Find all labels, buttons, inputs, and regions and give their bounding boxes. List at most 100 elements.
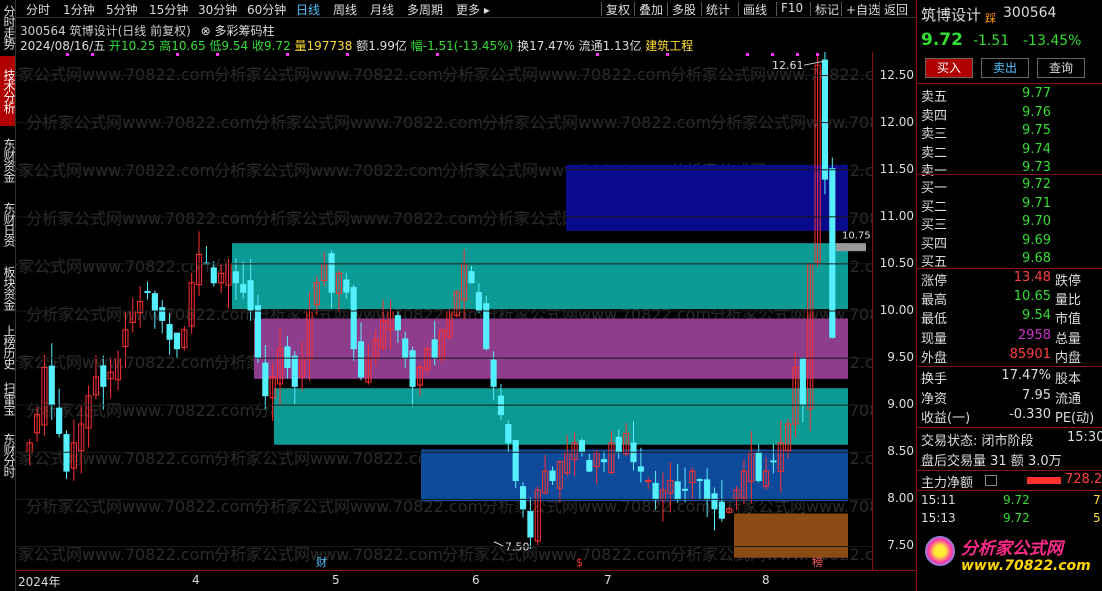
tool-button-5[interactable]: F10 bbox=[781, 1, 803, 15]
kline-chart[interactable]: 分析家公式网www.70822.com分析家公式网www.70822.com分析… bbox=[0, 49, 939, 570]
period-tab-4[interactable]: 30分钟 bbox=[198, 1, 237, 18]
event-marker-2[interactable]: 榜 bbox=[812, 555, 823, 569]
left-tab-1[interactable]: 技术分析 bbox=[0, 56, 16, 126]
price-tick: 7.50 bbox=[887, 538, 914, 553]
left-tab-bar: 分时走势技术分析东财资金东财日资板块资金上榜历史扫雷宝东财分时 bbox=[0, 0, 16, 591]
tick-time: 15:11 bbox=[921, 493, 956, 507]
bid-price: 9.71 bbox=[1022, 195, 1051, 211]
stock-tag: 踩 bbox=[985, 12, 996, 25]
period-tab-6[interactable]: 日线 bbox=[296, 1, 320, 18]
stat-value: 85901 bbox=[1009, 346, 1051, 362]
candle-body bbox=[350, 287, 357, 350]
candle-body bbox=[505, 424, 512, 444]
bar-volume: 量197738 bbox=[294, 39, 353, 53]
bar-change: 幅-1.51(-13.45%) bbox=[410, 39, 514, 53]
tool-button-3[interactable]: 统计 bbox=[706, 1, 730, 18]
period-tab-2[interactable]: 5分钟 bbox=[106, 1, 138, 18]
tool-button-2[interactable]: 多股 bbox=[672, 1, 696, 18]
bid-row-3[interactable]: 买四 9.69 bbox=[917, 233, 1102, 252]
price-change: -1.51 bbox=[973, 33, 1010, 49]
ask-row-1[interactable]: 卖四 9.76 bbox=[917, 105, 1102, 124]
buy-button[interactable]: 买入 bbox=[925, 58, 973, 78]
trade-time: 15:30 bbox=[1067, 430, 1102, 445]
candle-body bbox=[144, 291, 151, 294]
period-tab-5[interactable]: 60分钟 bbox=[247, 1, 286, 18]
stat-row-2: 最低 9.54 市值 bbox=[917, 308, 1102, 327]
trade-state-row: 交易状态: 闭市阶段 15:30 bbox=[917, 430, 1102, 449]
divider bbox=[917, 470, 1102, 471]
stock-header: 筑博设计 踩 300564 bbox=[917, 4, 1102, 26]
divider bbox=[917, 427, 1102, 428]
query-button[interactable]: 查询 bbox=[1037, 58, 1085, 78]
tool-button-0[interactable]: 复权 bbox=[606, 1, 630, 18]
left-tab-6[interactable]: 扫雷宝 bbox=[0, 376, 16, 421]
bid-row-1[interactable]: 买二 9.71 bbox=[917, 196, 1102, 215]
tool-button-8[interactable]: 返回 bbox=[884, 1, 908, 18]
tick-time: 15:13 bbox=[921, 511, 956, 525]
candle-body bbox=[402, 338, 409, 359]
kline-svg[interactable]: 分析家公式网www.70822.com分析家公式网www.70822.com分析… bbox=[0, 49, 939, 570]
period-tab-9[interactable]: 多周期 bbox=[407, 1, 443, 18]
bar-float: 流通1.13亿 bbox=[578, 39, 642, 53]
ask-row-0[interactable]: 卖五 9.77 bbox=[917, 86, 1102, 105]
period-tab-8[interactable]: 月线 bbox=[370, 1, 394, 18]
left-tab-7[interactable]: 东财分时 bbox=[0, 425, 16, 485]
toolbar-divider bbox=[738, 2, 739, 16]
close-icon[interactable]: ⊗ bbox=[201, 24, 211, 38]
tool-button-6[interactable]: 标记 bbox=[815, 1, 839, 18]
stat2-label-2: 流通 bbox=[1055, 391, 1082, 407]
indicator-name[interactable]: 多彩筹码柱 bbox=[215, 24, 275, 38]
signal-dot bbox=[816, 53, 819, 56]
period-tab-3[interactable]: 15分钟 bbox=[149, 1, 188, 18]
left-tab-3[interactable]: 东财日资 bbox=[0, 194, 16, 254]
logo-text: 分析家公式网 bbox=[961, 539, 1063, 559]
period-tab-1[interactable]: 1分钟 bbox=[63, 1, 95, 18]
left-tab-0[interactable]: 分时走势 bbox=[0, 2, 16, 52]
chip-band-5 bbox=[734, 513, 848, 558]
sell-button[interactable]: 卖出 bbox=[981, 58, 1029, 78]
candle-body bbox=[696, 479, 703, 482]
left-tab-5[interactable]: 上榜历史 bbox=[0, 322, 16, 372]
stat-value: 9.54 bbox=[1022, 308, 1051, 324]
stat2-label-2: 股本 bbox=[1055, 372, 1082, 387]
candle-body bbox=[475, 292, 482, 312]
left-tab-2[interactable]: 东财资金 bbox=[0, 130, 16, 190]
bid-row-2[interactable]: 买三 9.70 bbox=[917, 214, 1102, 233]
divider bbox=[917, 268, 1102, 269]
ask-label: 卖四 bbox=[921, 108, 948, 124]
left-tab-4[interactable]: 板块资金 bbox=[0, 258, 16, 318]
tool-button-7[interactable]: +自选 bbox=[846, 1, 880, 18]
tool-button-4[interactable]: 画线 bbox=[743, 1, 767, 18]
price-marker-label: 10.75 bbox=[842, 230, 871, 241]
candle-body bbox=[151, 293, 158, 312]
tool-button-1[interactable]: 叠加 bbox=[639, 1, 663, 18]
stat-label: 外盘 bbox=[921, 350, 948, 366]
chip-band-3 bbox=[274, 388, 848, 445]
bar-industry[interactable]: 建筑工程 bbox=[645, 39, 693, 53]
period-tab-0[interactable]: 分时 bbox=[26, 1, 50, 18]
bid-price: 9.69 bbox=[1022, 232, 1051, 248]
period-tab-7[interactable]: 周线 bbox=[333, 1, 357, 18]
main-net-row: 主力净额 728.2 bbox=[917, 472, 1102, 491]
ask-row-3[interactable]: 卖二 9.74 bbox=[917, 142, 1102, 161]
candle-body bbox=[357, 341, 365, 378]
candle-body bbox=[56, 407, 63, 434]
event-marker-1[interactable]: $ bbox=[576, 556, 583, 569]
ask-price: 9.74 bbox=[1022, 141, 1051, 157]
menu-icon[interactable] bbox=[985, 475, 997, 486]
ask-row-2[interactable]: 卖三 9.75 bbox=[917, 123, 1102, 142]
bid-row-0[interactable]: 买一 9.72 bbox=[917, 177, 1102, 196]
period-tab-10[interactable]: 更多 ▸ bbox=[456, 1, 490, 18]
candle-body bbox=[711, 493, 718, 510]
watermark-text: 分析家公式网www.70822.com bbox=[214, 545, 443, 564]
signal-dot bbox=[596, 53, 599, 56]
divider bbox=[917, 490, 1102, 491]
candle-body bbox=[527, 510, 534, 538]
stock-title: 300564 筑博设计(日线 前复权) bbox=[20, 24, 191, 38]
signal-dot bbox=[666, 53, 669, 56]
candle-body bbox=[645, 480, 652, 483]
candle-body bbox=[394, 315, 401, 331]
event-marker-0[interactable]: 财 bbox=[316, 555, 327, 569]
candle-body bbox=[240, 284, 247, 293]
stat-label-2: 总量 bbox=[1055, 331, 1082, 347]
